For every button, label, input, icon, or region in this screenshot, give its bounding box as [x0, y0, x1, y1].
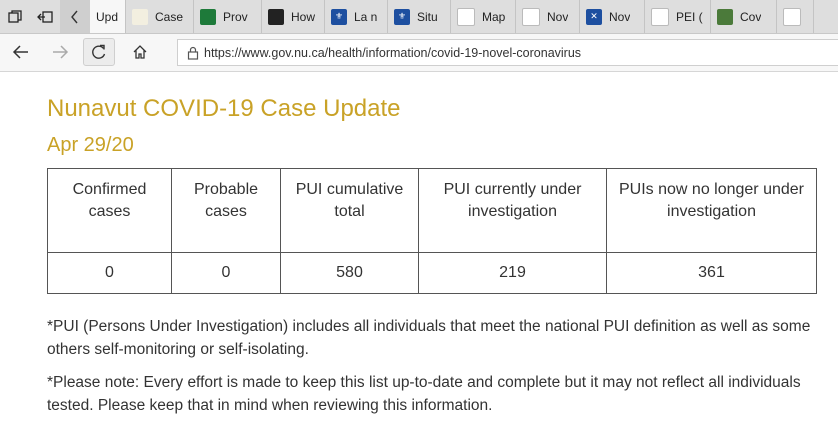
- home-icon: [133, 45, 147, 59]
- tab-title: Map: [482, 9, 506, 24]
- set-tabs-aside-button[interactable]: [30, 0, 60, 33]
- globe-icon: [717, 8, 733, 25]
- tab-strip: Upd Case Prov How ⚜ La n ⚜ Situ Map Nov ✕ Nov PEI ( C…: [0, 0, 838, 34]
- quebec-fleur-icon: ⚜: [394, 8, 410, 25]
- back-arrow-icon: [12, 45, 28, 59]
- saltire-icon: ✕: [586, 8, 602, 25]
- browser-tab[interactable]: ⚜ Situ: [388, 0, 451, 33]
- pui-no-longer-under-investigation-value: 361: [606, 252, 817, 294]
- table-header-row: Confirmed cases Probable cases PUI cumul…: [47, 168, 817, 253]
- browser-tab[interactable]: ✕ Nov: [580, 0, 645, 33]
- page-title: Nunavut COVID-19 Case Update: [47, 95, 401, 122]
- completeness-disclaimer-note: *Please note: Every effort is made to ke…: [47, 374, 801, 414]
- leaf-icon: [132, 8, 148, 25]
- tab-title: Nov: [547, 9, 569, 24]
- tab-title: Prov: [223, 9, 248, 24]
- tab-title: How: [291, 9, 316, 24]
- scroll-tabs-left-button[interactable]: [60, 0, 90, 33]
- browser-tab[interactable]: Map: [451, 0, 516, 33]
- tab-actions-icon: [8, 9, 22, 23]
- browser-tab[interactable]: Upd: [90, 0, 126, 33]
- browser-tab[interactable]: Case: [126, 0, 194, 33]
- green-banner-icon: [200, 8, 216, 25]
- browser-tab[interactable]: Cov: [711, 0, 777, 33]
- red-logo-icon: [457, 7, 475, 26]
- pei-icon: [651, 7, 669, 26]
- pui-definition-note: *PUI (Persons Under Investigation) inclu…: [47, 318, 811, 358]
- forward-button[interactable]: [44, 38, 76, 66]
- header-confirmed-cases: Confirmed cases: [47, 168, 172, 253]
- probable-cases-value: 0: [171, 252, 281, 294]
- header-pui-no-longer-under-investigation: PUIs now no longer under investigation: [606, 168, 817, 253]
- chevron-left-icon: [71, 10, 78, 23]
- browser-tab[interactable]: Prov: [194, 0, 262, 33]
- browser-tab[interactable]: PEI (: [645, 0, 711, 33]
- reload-button[interactable]: [83, 38, 115, 66]
- confirmed-cases-value: 0: [47, 252, 172, 294]
- browser-tab[interactable]: How: [262, 0, 325, 33]
- tab-title: Situ: [417, 9, 438, 24]
- pui-under-investigation-value: 219: [418, 252, 607, 294]
- table-row: 0 0 580 219 361: [47, 252, 817, 294]
- tab-title: La n: [354, 9, 378, 24]
- tab-title: Case: [155, 9, 184, 24]
- browser-tab[interactable]: [777, 0, 814, 33]
- browser-tab[interactable]: Nov: [516, 0, 580, 33]
- back-button[interactable]: [5, 38, 37, 66]
- crest-icon: [522, 7, 540, 26]
- forward-arrow-icon: [53, 45, 69, 59]
- header-probable-cases: Probable cases: [171, 168, 281, 253]
- header-pui-under-investigation: PUI currently under investigation: [418, 168, 607, 253]
- update-date: Apr 29/20: [47, 134, 134, 156]
- address-bar[interactable]: https://www.gov.nu.ca/health/information…: [177, 39, 838, 66]
- tab-list: Upd Case Prov How ⚜ La n ⚜ Situ Map Nov ✕ Nov PEI ( C…: [90, 0, 814, 33]
- tab-title: Upd: [96, 9, 119, 24]
- pui-cumulative-total-value: 580: [280, 252, 419, 294]
- home-button[interactable]: [124, 38, 156, 66]
- tab-title: Cov: [740, 9, 762, 24]
- reload-icon: [92, 44, 106, 59]
- quebec-fleur-icon: ⚜: [331, 8, 347, 25]
- tabs-aside-icon: [37, 10, 53, 23]
- url-text[interactable]: https://www.gov.nu.ca/health/information…: [204, 46, 581, 60]
- case-table: Confirmed cases Probable cases PUI cumul…: [47, 168, 817, 294]
- lock-icon: [187, 46, 199, 60]
- header-pui-cumulative-total: PUI cumulative total: [280, 168, 419, 253]
- navigation-bar: https://www.gov.nu.ca/health/information…: [0, 34, 838, 72]
- browser-tab[interactable]: ⚜ La n: [325, 0, 388, 33]
- tab-title: Nov: [609, 9, 631, 24]
- inuksuk-icon: [783, 7, 801, 26]
- tab-title: PEI (: [676, 9, 703, 24]
- tab-actions-button[interactable]: [0, 0, 30, 33]
- trillium-icon: [268, 8, 284, 25]
